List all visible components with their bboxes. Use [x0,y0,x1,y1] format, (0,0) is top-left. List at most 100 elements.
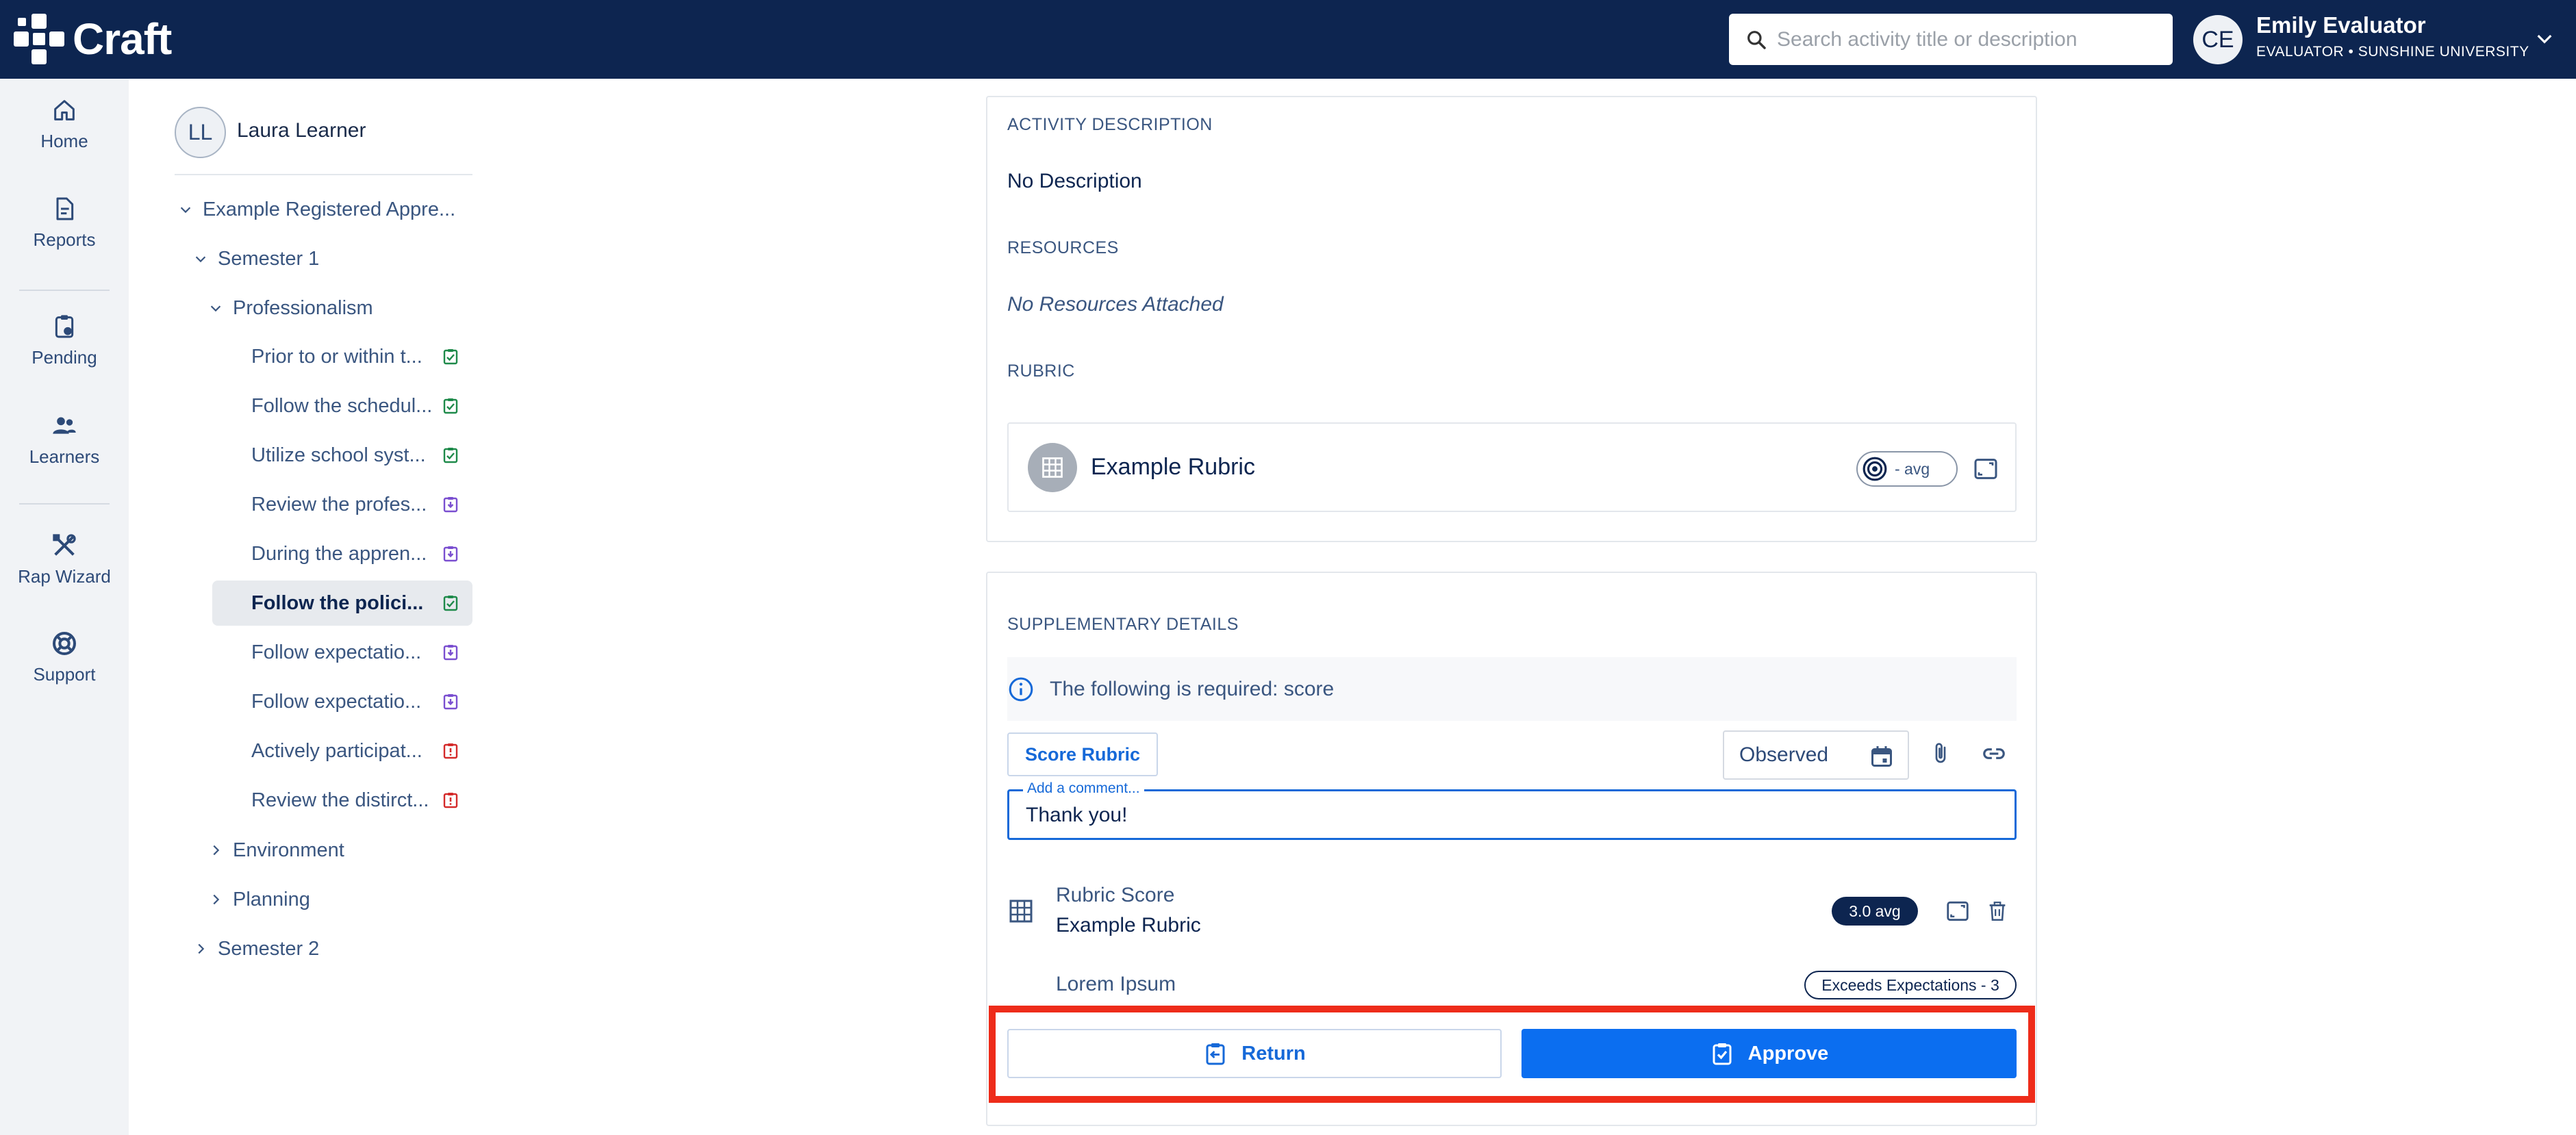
tree-leaf-label: Follow expectatio... [251,641,422,663]
tools-icon [53,534,76,556]
nav-support-label: Support [33,664,96,685]
observed-value: Observed [1739,743,1829,766]
nav-reports-label: Reports [33,229,96,250]
learners-icon [53,417,76,434]
rubric-avg-value: - avg [1895,459,1930,478]
tree-leaf-label: Utilize school syst... [251,444,426,466]
tree-leaf[interactable]: Review the distirct... [212,778,472,823]
activity-description: No Description [1007,170,1142,192]
nav-rail: Home Reports Pending Learners Rap Wizard… [0,79,129,1135]
comment-field[interactable]: Add a comment... Thank you! [1007,780,2017,840]
nav-pending[interactable]: Pending [0,313,129,368]
rubric-name: Example Rubric [1091,454,1255,480]
tree-node-program[interactable]: Example Registered Appre... [177,190,455,229]
user-avatar[interactable]: CE [2193,15,2243,64]
expand-icon[interactable] [1945,898,1971,924]
status-pending-icon [443,645,458,661]
grid-icon [1009,900,1033,923]
tree-leaf-label: Follow the schedul... [251,394,433,417]
tree-label-semester-1: Semester 1 [218,247,320,270]
score-rubric-button[interactable]: Score Rubric [1007,732,1158,776]
search-box[interactable] [1729,14,2173,65]
paperclip-icon[interactable] [1928,740,1953,767]
rubric-card[interactable]: Example Rubric - avg [1007,422,2017,512]
nav-rap-wizard-label: Rap Wizard [18,566,111,587]
craft-logo[interactable]: Craft [12,12,172,66]
tree-leaf-label: During the appren... [251,542,427,565]
chevron-right-icon [213,845,220,856]
tree-node-planning[interactable]: Planning [207,880,310,919]
trash-icon[interactable] [1986,898,2009,924]
craft-logo-icon [14,14,64,64]
expand-icon[interactable] [1972,455,1999,483]
actions-highlight-box [989,1006,2035,1103]
tree-leaf-label: Prior to or within t... [251,345,422,368]
criterion-name: Lorem Ipsum [1056,973,1176,995]
tree-leaf[interactable]: Utilize school syst... [212,433,472,478]
tree-leaf-label: Follow expectatio... [251,690,422,713]
grid-icon [1042,457,1063,478]
tree-leaf[interactable]: Review the profes... [212,482,472,527]
tree-leaf[interactable]: During the appren... [212,531,472,576]
rubric-score-title: Rubric Score [1056,884,1175,906]
tree-label-planning: Planning [233,888,310,910]
tree-leaf[interactable]: Follow the schedul... [212,383,472,429]
status-returned-icon [443,793,458,808]
rubric-label: RUBRIC [1007,361,1075,381]
status-pending-icon [443,497,458,513]
chevron-right-icon [213,894,220,905]
nav-support[interactable]: Support [0,630,129,685]
tree-label-professionalism: Professionalism [233,296,373,319]
nav-home-label: Home [40,131,88,151]
tree-divider [175,174,472,175]
search-input[interactable] [1777,27,2160,51]
learner-name: Laura Learner [237,119,366,142]
chevron-down-icon[interactable] [2534,27,2555,49]
tree-label-program: Example Registered Appre... [203,198,456,220]
tree-leaf[interactable]: Prior to or within t... [212,334,472,379]
resources-value: No Resources Attached [1007,293,1224,316]
chevron-down-icon [180,207,191,214]
tree-label-environment: Environment [233,839,344,861]
chevron-down-icon [195,256,206,263]
tree-node-semester-2[interactable]: Semester 2 [192,929,319,969]
nav-home[interactable]: Home [0,97,129,152]
comment-label: Add a comment... [1023,780,1144,797]
comment-input[interactable]: Thank you! [1026,804,1127,827]
tree-leaf-label: Actively participat... [251,739,422,762]
status-approved-icon [443,596,458,611]
nav-learners-label: Learners [29,446,100,467]
tree-leaf[interactable]: Actively participat... [212,728,472,774]
status-approved-icon [443,349,458,365]
nav-reports[interactable]: Reports [0,195,129,251]
tree-leaf[interactable]: Follow the polici... [212,581,472,626]
learner-avatar: LL [175,107,226,158]
chevron-down-icon [210,305,221,312]
observed-date-field[interactable]: Observed [1723,730,1909,780]
nav-learners[interactable]: Learners [0,412,129,468]
tree-leaf[interactable]: Follow expectatio... [212,630,472,675]
nav-rap-wizard[interactable]: Rap Wizard [0,532,129,587]
pending-icon [55,315,74,338]
calendar-icon[interactable] [1869,744,1894,769]
nav-divider [19,503,110,505]
target-icon [1862,457,1887,481]
app-name: Craft [73,14,172,64]
tree-node-environment[interactable]: Environment [207,830,344,870]
user-name[interactable]: Emily Evaluator [2256,12,2426,38]
lifebuoy-icon [53,632,76,655]
chevron-right-icon [198,943,205,954]
supplementary-label: SUPPLEMENTARY DETAILS [1007,615,1239,634]
status-pending-icon [443,546,458,562]
tree-node-professionalism[interactable]: Professionalism [207,288,373,328]
link-icon[interactable] [1980,741,2008,767]
resources-label: RESOURCES [1007,238,1119,257]
tree-leaf-label: Review the profes... [251,493,427,515]
tree-node-semester-1[interactable]: Semester 1 [192,239,319,279]
home-icon [54,100,75,120]
rubric-icon [1028,443,1077,492]
tree-leaf-label: Review the distirct... [251,789,429,811]
tree-leaf[interactable]: Follow expectatio... [212,679,472,724]
activity-description-label: ACTIVITY DESCRIPTION [1007,115,1213,134]
required-info-bar: The following is required: score [1007,657,2017,721]
